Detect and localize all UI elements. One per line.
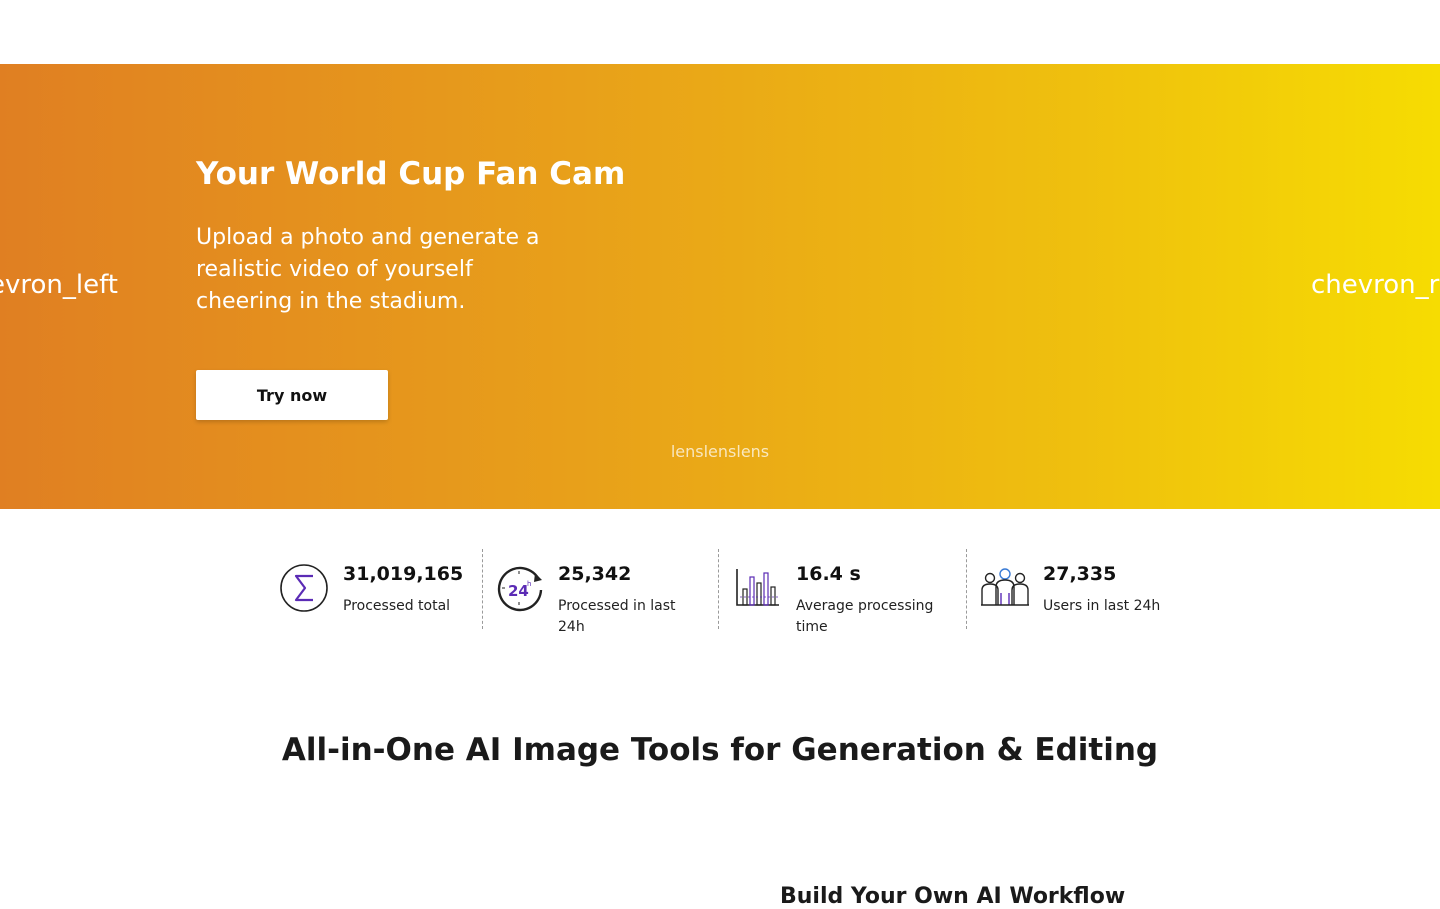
hero-banner: chevron_left Your World Cup Fan Cam Uplo… bbox=[0, 64, 1440, 509]
stat-value: 16.4 s bbox=[796, 563, 861, 585]
stat-divider bbox=[718, 549, 719, 629]
chevron-left-icon: chevron_left bbox=[0, 270, 118, 300]
users-icon bbox=[981, 568, 1029, 606]
stat-average-time: 16.4 s Average processing time bbox=[734, 549, 959, 635]
workflow-section-title: Build Your Own AI Workflow bbox=[780, 884, 1126, 909]
clock-24h-icon: 24 h bbox=[497, 566, 543, 612]
carousel-prev-button[interactable]: chevron_left bbox=[0, 270, 118, 300]
stat-processed-total: 31,019,165 Processed total bbox=[280, 549, 480, 629]
stat-value: 27,335 bbox=[1043, 563, 1117, 585]
stat-users-24h: 27,335 Users in last 24h bbox=[980, 549, 1180, 629]
top-navbar bbox=[0, 0, 1440, 64]
stat-label: Processed total bbox=[343, 598, 451, 614]
sigma-icon bbox=[280, 564, 328, 612]
try-now-button[interactable]: Try now bbox=[196, 370, 388, 420]
chevron-right-icon: chevron_right bbox=[1311, 270, 1440, 300]
stat-value: 31,019,165 bbox=[343, 563, 464, 585]
carousel-next-button[interactable]: chevron_right bbox=[1311, 270, 1440, 300]
stat-label: Processed in last 24h bbox=[558, 598, 676, 635]
stats-bar: 31,019,165 Processed total 24 h 25,342 P… bbox=[0, 509, 1440, 669]
tools-section-title: All-in-One AI Image Tools for Generation… bbox=[281, 732, 1159, 768]
stat-divider bbox=[966, 549, 967, 629]
carousel-indicators[interactable]: lenslenslens bbox=[0, 442, 1440, 461]
stat-value: 25,342 bbox=[558, 563, 632, 585]
hero-subtitle: Upload a photo and generate a realistic … bbox=[196, 225, 540, 314]
stat-label: Users in last 24h bbox=[1043, 598, 1161, 614]
hero-title: Your World Cup Fan Cam bbox=[196, 156, 626, 192]
svg-text:h: h bbox=[527, 580, 531, 588]
svg-text:24: 24 bbox=[508, 582, 529, 600]
stat-processed-24h: 24 h 25,342 Processed in last 24h bbox=[495, 549, 710, 635]
stat-divider bbox=[482, 549, 483, 629]
bar-chart-icon bbox=[736, 569, 779, 606]
stat-label: Average processing time bbox=[796, 598, 934, 635]
